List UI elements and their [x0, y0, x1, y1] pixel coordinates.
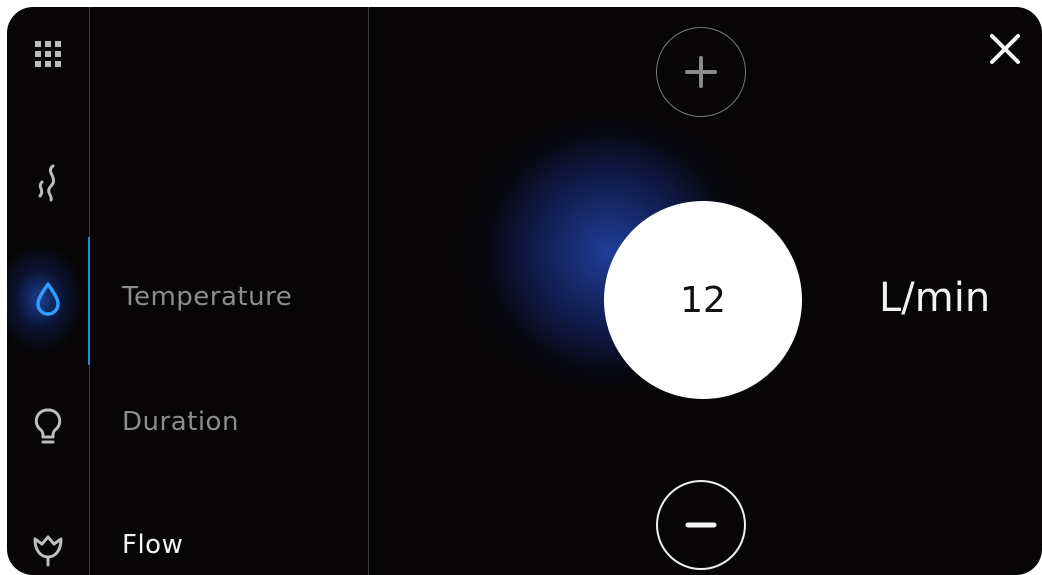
- close-button[interactable]: [987, 31, 1023, 67]
- flow-unit-label: L/min: [879, 275, 991, 321]
- shower-control-panel: Temperature Duration Flow 12 L/min: [7, 7, 1042, 575]
- lightbulb-icon: [34, 408, 62, 444]
- rail-item-water[interactable]: [7, 239, 89, 359]
- menu-item-temperature[interactable]: Temperature: [122, 282, 292, 312]
- rail-item-steam[interactable]: [7, 147, 89, 217]
- grid-icon: [35, 41, 61, 67]
- icon-rail: [7, 7, 90, 575]
- menu-item-duration[interactable]: Duration: [122, 407, 239, 437]
- flow-value: 12: [680, 279, 726, 321]
- rail-item-light[interactable]: [7, 392, 89, 462]
- flow-dial[interactable]: 12: [604, 201, 802, 399]
- settings-menu: Temperature Duration Flow: [90, 7, 369, 575]
- flow-control-panel: 12 L/min: [369, 7, 1042, 575]
- menu-item-flow[interactable]: Flow: [122, 530, 183, 560]
- close-icon: [990, 34, 1020, 64]
- rail-item-aroma[interactable]: [7, 515, 89, 575]
- decrease-button[interactable]: [656, 480, 746, 570]
- rail-item-apps[interactable]: [7, 19, 89, 89]
- water-drop-icon: [36, 282, 60, 316]
- plus-icon: [685, 56, 717, 88]
- steam-icon: [38, 164, 56, 202]
- increase-button[interactable]: [656, 27, 746, 117]
- minus-icon: [685, 522, 717, 528]
- lotus-icon: [33, 535, 63, 567]
